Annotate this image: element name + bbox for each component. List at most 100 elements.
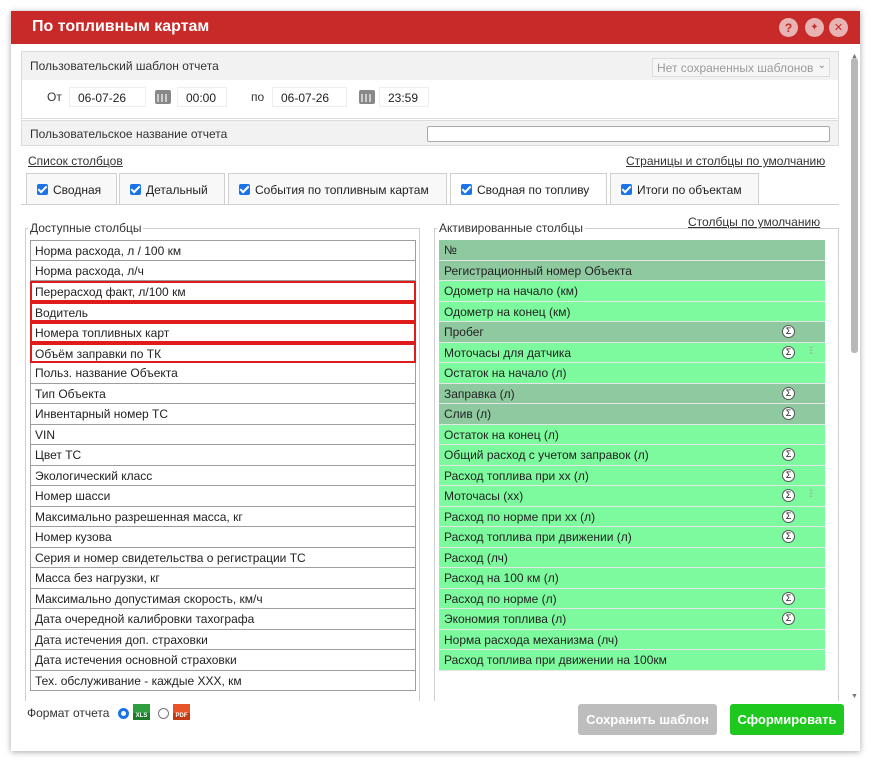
sigma-icon[interactable]: Σ <box>782 345 795 359</box>
available-column-item[interactable]: Номер кузова <box>30 527 416 548</box>
activated-column-item[interactable]: Заправка (л) Σ <box>439 383 825 404</box>
sigma-icon[interactable]: Σ <box>782 468 795 482</box>
generate-button[interactable]: Сформировать <box>730 704 844 735</box>
activated-column-item[interactable]: Расход по норме (л) Σ <box>439 588 825 609</box>
sigma-icon[interactable]: Σ <box>782 612 795 625</box>
sigma-icon[interactable]: Σ <box>782 530 795 543</box>
activated-column-item[interactable]: Моточасы (хх) Σ ⫶⫶ <box>439 486 825 507</box>
interval-row: От 06-07-26 00:00 по 06-07-26 23:59 <box>22 80 838 118</box>
activated-column-label: Одометр на конец (км) <box>444 304 571 319</box>
tab-detailed[interactable]: Детальный <box>119 173 225 205</box>
activated-column-label: Расход (лч) <box>444 550 508 565</box>
sigma-icon[interactable]: Σ <box>782 489 795 502</box>
available-column-item[interactable]: Экологический класс <box>30 465 416 486</box>
tab-summary[interactable]: Сводная <box>26 173 117 205</box>
pdf-file-icon[interactable]: PDF <box>173 704 190 720</box>
columns-default-link[interactable]: Столбцы по умолчанию <box>688 215 820 229</box>
activated-column-item[interactable]: Моточасы для датчика Σ ⫶⫶ <box>439 342 825 363</box>
activated-column-label: Расход по норме при хх (л) <box>444 509 596 524</box>
activated-column-item[interactable]: Одометр на начало (км) <box>439 281 825 302</box>
sigma-icon[interactable]: Σ <box>782 591 795 605</box>
available-column-item[interactable]: Перерасход факт, л/100 км <box>30 281 416 302</box>
checkbox-icon[interactable] <box>621 184 632 195</box>
activated-list: № Регистрационный номер Объекта Одометр на… <box>439 240 825 671</box>
available-column-item[interactable]: Номер шасси <box>30 486 416 507</box>
available-column-item[interactable]: Дата очередной калибровки тахографа <box>30 609 416 630</box>
available-column-item[interactable]: Номера топливных карт <box>30 322 416 343</box>
calendar-icon[interactable] <box>359 90 375 104</box>
to-time-input[interactable]: 23:59 <box>379 87 429 107</box>
activated-column-item[interactable]: Расход по норме при хх (л) Σ <box>439 506 825 527</box>
activated-column-item[interactable]: Остаток на начало (л) <box>439 363 825 384</box>
sigma-icon[interactable]: Σ <box>782 325 795 338</box>
available-column-item[interactable]: Польз. название Объекта <box>30 363 416 384</box>
columns-list-link[interactable]: Список столбцов <box>28 154 123 168</box>
save-template-button[interactable]: Сохранить шаблон <box>578 704 717 735</box>
from-date-input[interactable]: 06-07-26 <box>69 87 146 107</box>
available-column-item[interactable]: Объём заправки по ТК <box>30 342 416 363</box>
checkbox-icon[interactable] <box>239 184 250 195</box>
calendar-icon[interactable] <box>155 90 171 104</box>
available-column-item[interactable]: Норма расхода, л / 100 км <box>30 240 416 261</box>
defaults-link[interactable]: Страницы и столбцы по умолчанию <box>626 154 825 168</box>
report-name-input[interactable] <box>427 126 830 142</box>
available-column-item[interactable]: Инвентарный номер ТС <box>30 404 416 425</box>
tab-fuel-summary[interactable]: Сводная по топливу <box>450 173 607 205</box>
scrollbar[interactable]: ▲ ▼ <box>850 53 859 700</box>
sigma-icon[interactable]: Σ <box>782 407 795 420</box>
from-time-input[interactable]: 00:00 <box>177 87 227 107</box>
available-column-item[interactable]: Серия и номер свидетельства о регистраци… <box>30 547 416 568</box>
activated-column-item[interactable]: Расход на 100 км (л) <box>439 568 825 589</box>
available-column-item[interactable]: Цвет ТС <box>30 445 416 466</box>
available-column-item[interactable]: Водитель <box>30 301 416 322</box>
checkbox-icon[interactable] <box>130 184 141 195</box>
activated-column-item[interactable]: № <box>439 240 825 261</box>
available-column-item[interactable]: Норма расхода, л/ч <box>30 260 416 281</box>
scroll-down-icon[interactable]: ▼ <box>850 692 859 701</box>
activated-column-item[interactable]: Расход топлива при движении на 100км <box>439 650 825 671</box>
available-column-item[interactable]: Тип Объекта <box>30 383 416 404</box>
sigma-icon[interactable]: Σ <box>782 509 795 523</box>
activated-column-item[interactable]: Норма расхода механизма (лч) <box>439 629 825 650</box>
activated-column-item[interactable]: Регистрационный номер Объекта <box>439 260 825 281</box>
activated-column-item[interactable]: Расход (лч) <box>439 547 825 568</box>
available-column-item[interactable]: Дата истечения основной страховки <box>30 650 416 671</box>
activated-column-label: Регистрационный номер Объекта <box>444 263 632 278</box>
available-column-item[interactable]: Масса без нагрузки, кг <box>30 568 416 589</box>
available-column-item[interactable]: Максимально разрешенная масса, кг <box>30 506 416 527</box>
activated-column-item[interactable]: Одометр на конец (км) <box>439 301 825 322</box>
tab-label: Детальный <box>146 183 208 197</box>
format-pdf-radio[interactable] <box>158 708 169 719</box>
template-select[interactable]: Нет сохраненных шаблонов ⌄ <box>652 58 830 77</box>
sigma-icon[interactable]: Σ <box>782 448 795 461</box>
activated-column-item[interactable]: Экономия топлива (л) Σ <box>439 609 825 630</box>
tab-object-totals[interactable]: Итоги по объектам <box>610 173 759 205</box>
options-icon[interactable]: ✦ <box>805 18 824 37</box>
activated-column-item[interactable]: Общий расход с учетом заправок (л) Σ <box>439 445 825 466</box>
activated-column-item[interactable]: Остаток на конец (л) <box>439 424 825 445</box>
xls-file-icon[interactable]: XLS <box>133 704 150 720</box>
available-column-item[interactable]: Тех. обслуживание - каждые XXX, км <box>30 670 416 691</box>
sigma-icon[interactable]: Σ <box>782 386 795 400</box>
available-column-item[interactable]: VIN <box>30 424 416 445</box>
activated-column-label: Моточасы (хх) <box>444 489 524 503</box>
activated-column-item[interactable]: Расход топлива при движении (л) Σ <box>439 527 825 548</box>
to-date-input[interactable]: 06-07-26 <box>272 87 347 107</box>
template-panel: Пользовательский шаблон отчета Нет сохра… <box>21 51 839 119</box>
tab-fuel-card-events[interactable]: События по топливным картам <box>228 173 447 205</box>
format-xls-radio[interactable] <box>118 708 129 719</box>
available-list: Норма расхода, л / 100 км Норма расхода, … <box>30 240 416 691</box>
activated-column-item[interactable]: Расход топлива при хх (л) Σ <box>439 465 825 486</box>
available-column-item[interactable]: Максимально допустимая скорость, км/ч <box>30 588 416 609</box>
scroll-thumb[interactable] <box>851 58 858 353</box>
sliders-icon[interactable]: ⫶⫶ <box>809 489 813 500</box>
activated-column-label: Расход топлива при хх (л) <box>444 468 589 483</box>
available-column-item[interactable]: Дата истечения доп. страховки <box>30 629 416 650</box>
checkbox-icon[interactable] <box>461 184 472 195</box>
activated-column-item[interactable]: Слив (л) Σ <box>439 404 825 425</box>
close-icon[interactable]: ✕ <box>829 18 848 37</box>
checkbox-icon[interactable] <box>37 184 48 195</box>
sliders-icon[interactable]: ⫶⫶ <box>809 346 813 357</box>
help-icon[interactable]: ? <box>779 18 798 37</box>
activated-column-item[interactable]: Пробег Σ <box>439 322 825 343</box>
